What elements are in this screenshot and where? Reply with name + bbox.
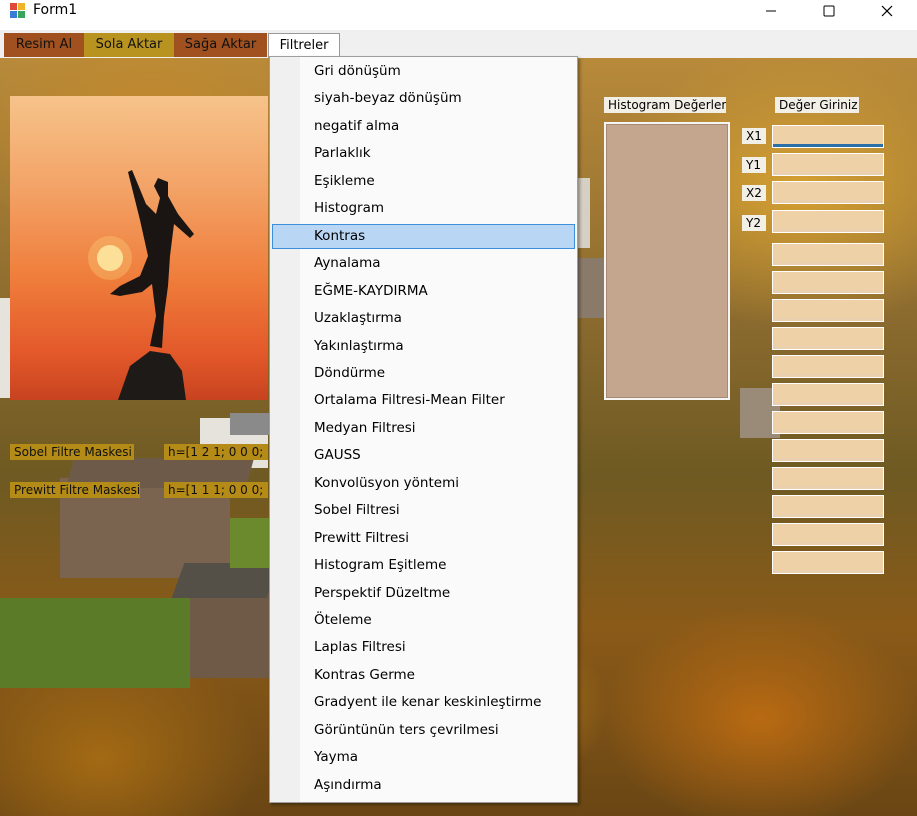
image-picturebox (10, 96, 268, 400)
value-field-7[interactable] (772, 299, 884, 322)
menu-resim-al[interactable]: Resim Al (4, 33, 84, 57)
dropdown-item[interactable]: Histogram Eşitleme (272, 553, 575, 578)
sobel-mask-label: Sobel Filtre Maskesi (10, 444, 134, 460)
x2-field[interactable] (772, 181, 884, 204)
menu-bar: Resim Al Sola Aktar Sağa Aktar Filtreler (0, 30, 917, 58)
dropdown-item[interactable]: Histogram (272, 196, 575, 221)
minimize-icon (766, 10, 776, 12)
prewitt-mask-value: h=[1 1 1; 0 0 0; (164, 482, 268, 498)
sobel-mask-value: h=[1 2 1; 0 0 0; (164, 444, 268, 460)
filtreler-dropdown: Gri dönüşüm siyah-beyaz dönüşüm negatif al… (269, 56, 578, 803)
dropdown-item[interactable]: Aynalama (272, 251, 575, 276)
dropdown-item[interactable]: Gri dönüşüm (272, 59, 575, 84)
silhouette-image (88, 170, 194, 400)
dropdown-item[interactable]: Döndürme (272, 361, 575, 386)
value-field-10[interactable] (772, 383, 884, 406)
dropdown-item[interactable]: Perspektif Düzeltme (272, 581, 575, 606)
menu-saga-aktar[interactable]: Sağa Aktar (174, 33, 267, 57)
x1-field[interactable] (772, 125, 884, 148)
value-field-11[interactable] (772, 411, 884, 434)
dropdown-item[interactable]: Yakınlaştırma (272, 334, 575, 359)
histogram-listbox[interactable] (604, 122, 730, 400)
dropdown-item[interactable]: Medyan Filtresi (272, 416, 575, 441)
minimize-button[interactable] (742, 0, 800, 22)
value-field-8[interactable] (772, 327, 884, 350)
dropdown-item[interactable]: Kontras Germe (272, 663, 575, 688)
y2-label: Y2 (742, 215, 766, 231)
dropdown-item[interactable]: Sobel Filtresi (272, 498, 575, 523)
dropdown-item[interactable]: Öteleme (272, 608, 575, 633)
x1-label: X1 (742, 128, 766, 144)
value-field-6[interactable] (772, 271, 884, 294)
menu-sola-aktar[interactable]: Sola Aktar (84, 33, 174, 57)
dropdown-item[interactable]: Aşındırma (272, 773, 575, 798)
dropdown-item[interactable]: EĞME-KAYDIRMA (272, 279, 575, 304)
window-title: Form1 (33, 2, 78, 18)
value-field-9[interactable] (772, 355, 884, 378)
value-field-5[interactable] (772, 243, 884, 266)
x2-label: X2 (742, 185, 766, 201)
dropdown-item[interactable]: Eşikleme (272, 169, 575, 194)
menu-filtreler[interactable]: Filtreler (268, 33, 340, 58)
dropdown-item[interactable]: Ortalama Filtresi-Mean Filter (272, 388, 575, 413)
dropdown-item[interactable]: Yayma (272, 745, 575, 770)
dropdown-item[interactable]: Uzaklaştırma (272, 306, 575, 331)
close-icon (881, 5, 893, 17)
dropdown-item[interactable]: negatif alma (272, 114, 575, 139)
value-field-16[interactable] (772, 551, 884, 574)
value-field-15[interactable] (772, 523, 884, 546)
value-field-12[interactable] (772, 439, 884, 462)
dropdown-item[interactable]: Kontras (272, 223, 575, 249)
prewitt-mask-label: Prewitt Filtre Maskesi (10, 482, 140, 498)
app-icon (10, 3, 26, 19)
y1-label: Y1 (742, 157, 766, 173)
dropdown-item[interactable]: Parlaklık (272, 141, 575, 166)
dropdown-item[interactable]: siyah-beyaz dönüşüm (272, 86, 575, 111)
maximize-button[interactable] (800, 0, 858, 22)
dropdown-item[interactable]: Gradyent ile kenar keskinleştirme (272, 690, 575, 715)
y1-field[interactable] (772, 153, 884, 176)
maximize-icon (823, 5, 835, 17)
y2-field[interactable] (772, 210, 884, 233)
dropdown-item[interactable]: GAUSS (272, 443, 575, 468)
title-bar: Form1 (0, 0, 917, 30)
value-field-13[interactable] (772, 467, 884, 490)
dropdown-item[interactable]: Görüntünün ters çevrilmesi (272, 718, 575, 743)
dropdown-item[interactable]: Konvolüsyon yöntemi (272, 471, 575, 496)
close-button[interactable] (858, 0, 916, 22)
dropdown-item[interactable]: Prewitt Filtresi (272, 526, 575, 551)
value-field-14[interactable] (772, 495, 884, 518)
dropdown-item[interactable]: Laplas Filtresi (272, 635, 575, 660)
input-label: Değer Giriniz (775, 97, 859, 113)
histogram-label: Histogram Değerleri (604, 97, 726, 113)
